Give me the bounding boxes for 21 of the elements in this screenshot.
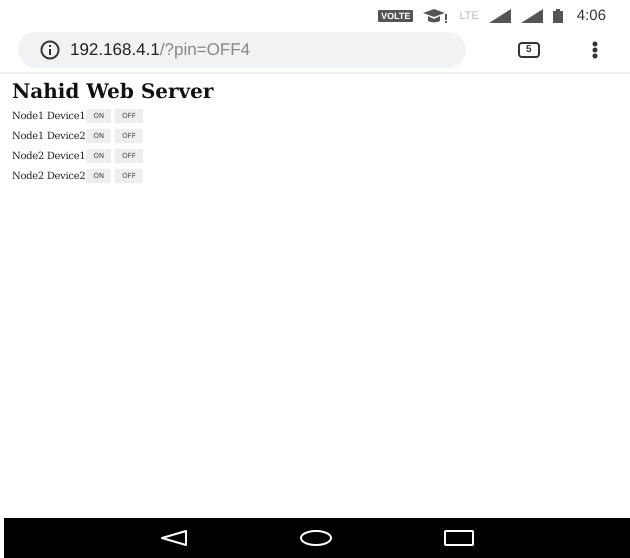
battery-icon	[552, 9, 563, 23]
device-label: Node1 Device1	[12, 110, 86, 124]
url-path: /?pin=OFF4	[160, 39, 250, 62]
back-icon[interactable]	[160, 529, 188, 547]
info-icon	[40, 40, 60, 60]
address-field[interactable]: 192.168.4.1/?pin=OFF4	[18, 32, 466, 68]
signal-icon	[488, 9, 511, 23]
device-label: Node1 Device2	[12, 130, 86, 144]
device-label: Node2 Device2	[12, 170, 86, 184]
network-type: LTE	[459, 8, 479, 24]
page-title: Nahid Web Server	[12, 78, 215, 104]
clock: 4:06	[576, 6, 606, 26]
signal-icon	[520, 9, 543, 23]
recents-icon[interactable]	[444, 529, 474, 547]
menu-icon[interactable]	[592, 41, 598, 59]
graduation-cap-icon	[423, 8, 450, 24]
tab-count-button[interactable]: 5	[518, 42, 540, 58]
home-icon[interactable]	[298, 529, 333, 547]
url-host: 192.168.4.1	[70, 39, 160, 62]
device-label: Node2 Device1	[12, 150, 86, 164]
volte-badge: VOLTE	[378, 10, 414, 22]
